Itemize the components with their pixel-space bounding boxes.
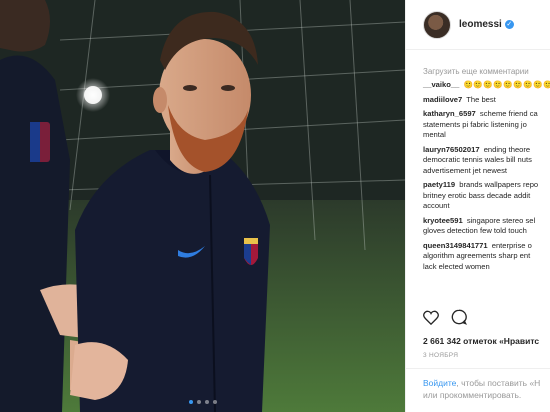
carousel-dot[interactable] [188, 400, 193, 404]
comment-text: britney erotic bass decade addit [423, 190, 531, 200]
comment: __vaiko__ 🙂🙂🙂🙂🙂🙂🙂🙂🙂🙂 [423, 80, 550, 91]
comment-text: account [423, 201, 450, 210]
comment-text: scheme friend ca [479, 109, 538, 118]
comment-text: ending theore [483, 144, 531, 154]
verified-badge-icon: ✓ [504, 20, 514, 29]
login-link[interactable]: Войдите [423, 378, 456, 388]
login-text: , чтобы поставить «Н [456, 378, 541, 388]
comments-list: Загрузить еще комментарии __vaiko__ 🙂🙂🙂🙂… [406, 50, 550, 272]
comment-author[interactable]: lauryn76502017 [423, 145, 480, 154]
comment-icon[interactable] [451, 309, 467, 325]
comment: queen3149841771 enterprise o algorithm a… [423, 241, 550, 273]
comment-author[interactable]: queen3149841771 [423, 241, 488, 250]
carousel-dot[interactable] [212, 400, 217, 404]
comment-text: The best [466, 94, 496, 104]
username-link[interactable]: leomessi ✓ [459, 19, 514, 30]
avatar[interactable] [423, 10, 451, 39]
heart-icon[interactable] [423, 310, 439, 325]
comment-text: gloves detection few told touch [423, 226, 527, 235]
comment-author[interactable]: paety119 [423, 180, 455, 189]
comment-text: algorithm agreements sharp ent [423, 251, 531, 260]
comment-author[interactable]: madiilove7 [423, 95, 462, 104]
login-prompt: Войдите, чтобы поставить «Н или прокомме… [406, 368, 550, 412]
comment-text: lack elected women [423, 261, 490, 271]
carousel-dots [0, 400, 405, 404]
comment-text: democratic tennis wales bill nuts [423, 155, 532, 164]
post-side-panel: leomessi ✓ Загрузить еще комментарии __va… [405, 0, 550, 412]
post-photo[interactable] [0, 0, 405, 412]
comment-author[interactable]: katharyn_6597 [423, 109, 476, 118]
photo-illustration [0, 0, 405, 412]
carousel-dot[interactable] [204, 400, 209, 404]
likes-count[interactable]: 2 661 342 отметок «Нравитс [423, 336, 539, 346]
comment: katharyn_6597 scheme friend ca statement… [423, 109, 550, 141]
comment-text: brands wallpapers repo [459, 180, 539, 189]
comment-text: statements pi fabric listening jo [423, 119, 527, 129]
username-text[interactable]: leomessi [459, 19, 502, 30]
carousel-dot[interactable] [196, 400, 201, 404]
comment-author[interactable]: __vaiko__ [423, 80, 459, 89]
comment: paety119 brands wallpapers repo britney … [423, 180, 550, 212]
post-actions [423, 309, 467, 325]
comment-text: mental [423, 130, 446, 139]
comment: lauryn76502017 ending theore democratic … [423, 145, 550, 177]
login-text-2: или прокомментировать. [423, 390, 522, 400]
comment-text: 🙂🙂🙂🙂🙂🙂🙂🙂🙂🙂 [463, 80, 550, 89]
comment-text: singapore stereo sel [466, 215, 536, 225]
comment-text: advertisement jet newest [423, 165, 507, 175]
post-date: 3 ноября [423, 352, 459, 359]
comment-author[interactable]: kryotee591 [423, 216, 463, 225]
comment: madiilove7 The best [423, 95, 550, 106]
load-more-comments-link[interactable]: Загрузить еще комментарии [423, 66, 550, 77]
post-header: leomessi ✓ [406, 0, 550, 50]
comment-text: enterprise o [491, 240, 532, 250]
comment: kryotee591 singapore stereo sel gloves d… [423, 216, 550, 237]
